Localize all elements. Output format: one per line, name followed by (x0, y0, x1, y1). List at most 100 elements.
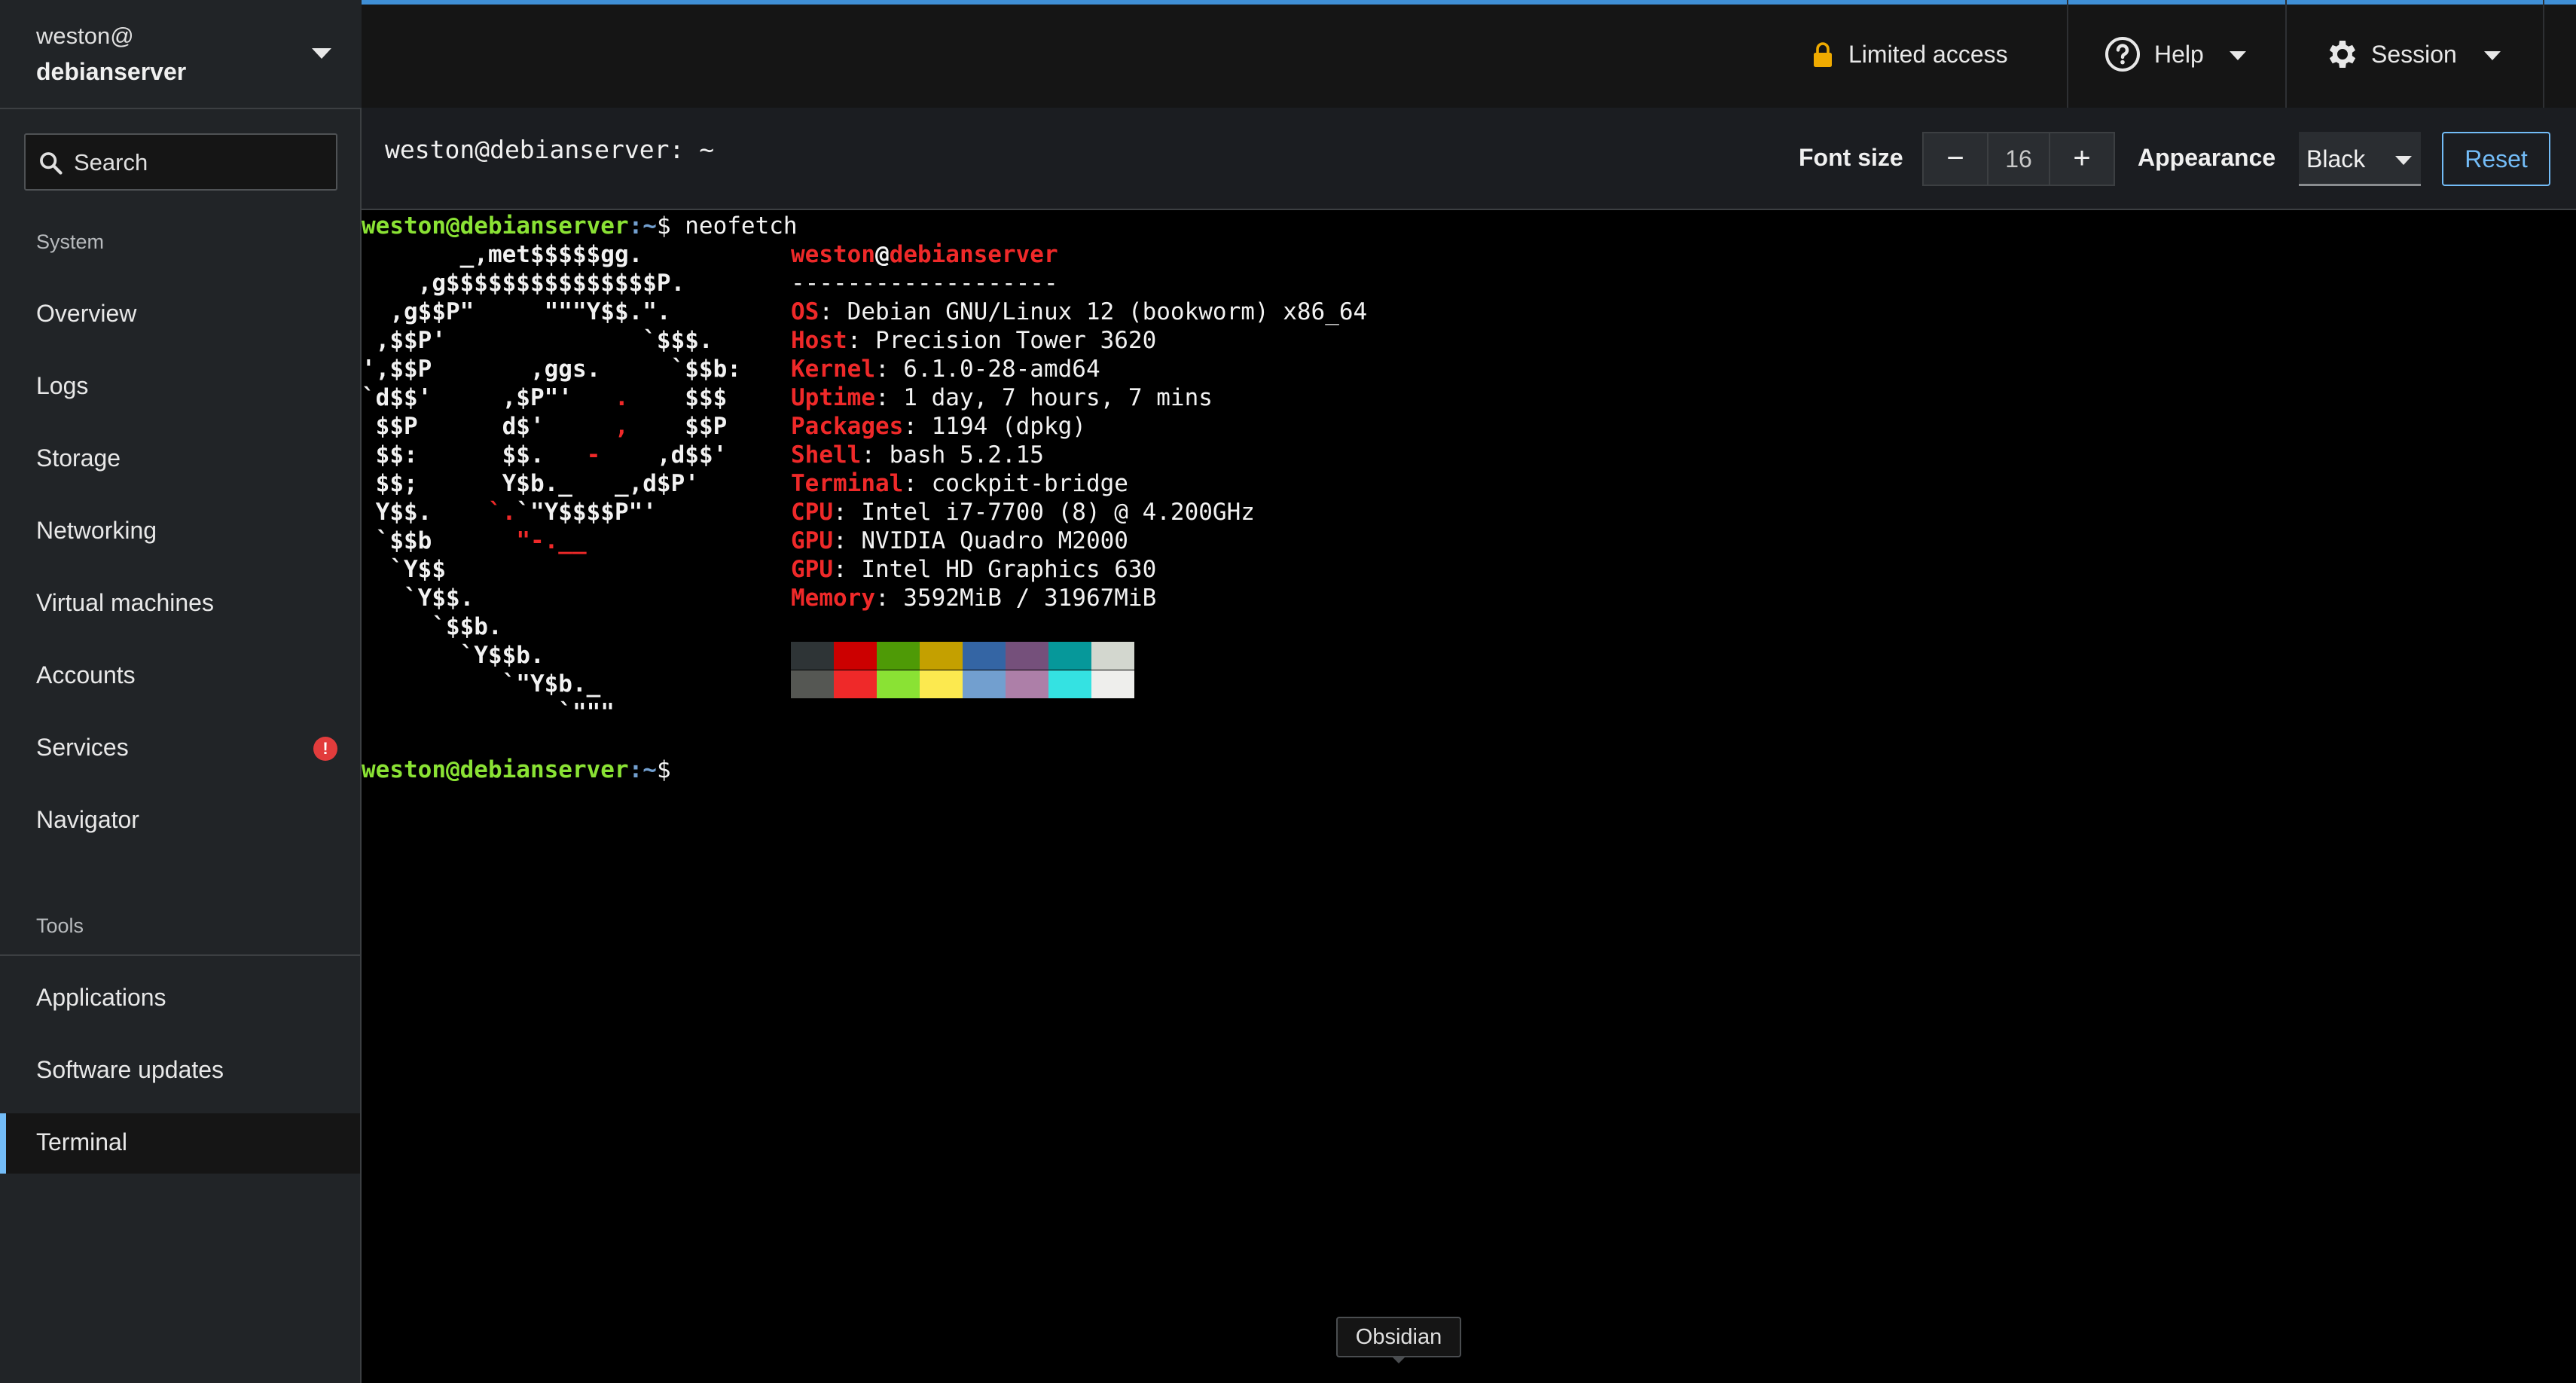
info-line: Terminal: cockpit-bridge (791, 469, 1128, 498)
info-host: debianserver (889, 241, 1058, 268)
info-line: Host: Precision Tower 3620 (791, 326, 1156, 355)
host-user: weston@ (36, 23, 134, 49)
info-key: Memory (791, 585, 875, 612)
logo-accent: - (586, 441, 601, 469)
color-swatch (920, 670, 963, 698)
appearance-label: Appearance (2138, 144, 2276, 171)
info-separator: ------------------- (791, 270, 1058, 297)
font-size-increase-button[interactable]: + (2049, 132, 2115, 186)
divider (0, 954, 360, 956)
info-value: : 6.1.0-28-amd64 (874, 356, 1100, 383)
command-line: weston@debianserver:~$ neofetch (362, 212, 798, 240)
sidebar-item-virtual-machines[interactable]: Virtual machines (0, 574, 360, 634)
info-key: Kernel (791, 356, 875, 383)
help-label: Help (2154, 41, 2204, 68)
appearance-value: Black (2306, 145, 2366, 172)
sidebar: weston@ debianserver Search System Overv… (0, 0, 362, 1383)
info-key: Uptime (791, 384, 875, 411)
color-swatch (791, 642, 834, 670)
info-key: Shell (791, 441, 862, 469)
info-value: : Intel HD Graphics 630 (833, 556, 1157, 583)
host-switcher[interactable]: weston@ debianserver (0, 0, 362, 109)
sidebar-item-label: Software updates (36, 1056, 224, 1083)
info-key: CPU (791, 499, 833, 526)
info-value: : Intel i7-7700 (8) @ 4.200GHz (833, 499, 1255, 526)
sidebar-item-applications[interactable]: Applications (0, 969, 360, 1029)
font-size-label: Font size (1799, 144, 1903, 171)
prompt-symbol: $ (656, 212, 685, 240)
sidebar-item-label: Navigator (36, 806, 139, 833)
terminal-title: weston@debianserver: ~ (385, 135, 715, 164)
info-key: GPU (791, 556, 833, 583)
color-swatch (791, 670, 834, 698)
sidebar-item-label: Overview (36, 300, 137, 327)
logo-line: ',$$P ,ggs. `$$b: (362, 356, 741, 383)
logo-line: ,g$$P" """Y$$.". (362, 298, 671, 325)
logo-line: `""" (362, 699, 615, 726)
prompt-user: weston@debianserver (362, 756, 629, 783)
info-line: GPU: Intel HD Graphics 630 (791, 555, 1156, 584)
logo-line: Y$$. `.`"Y$$$$P"' (362, 499, 657, 526)
sidebar-item-terminal[interactable]: Terminal (0, 1113, 360, 1174)
limited-access-label: Limited access (1848, 41, 2008, 68)
sidebar-item-storage[interactable]: Storage (0, 429, 360, 490)
font-size-stepper: − 16 + (1922, 132, 2115, 186)
info-value: : bash 5.2.15 (861, 441, 1044, 469)
sidebar-item-label: Applications (36, 984, 166, 1011)
reset-button[interactable]: Reset (2442, 132, 2550, 186)
terminal-screen[interactable]: weston@debianserver:~$ neofetch _,met$$$… (362, 212, 2576, 1383)
info-value: : 1194 (dpkg) (903, 413, 1086, 440)
info-key: OS (791, 298, 819, 325)
section-heading-system: System (36, 230, 105, 253)
color-swatch (834, 642, 877, 670)
logo-line: `Y$$ (362, 556, 446, 583)
color-swatch (1006, 670, 1048, 698)
info-value: : cockpit-bridge (903, 470, 1128, 497)
info-line: CPU: Intel i7-7700 (8) @ 4.200GHz (791, 498, 1255, 527)
sidebar-item-label: Virtual machines (36, 589, 214, 616)
prompt-line: weston@debianserver:~$ (362, 756, 685, 784)
logo-line: `"Y$b._ (362, 670, 601, 698)
sidebar-item-logs[interactable]: Logs (0, 357, 360, 417)
info-line: Shell: bash 5.2.15 (791, 441, 1044, 469)
color-swatch (920, 642, 963, 670)
caret-down-icon (2484, 51, 2501, 60)
color-swatch (1091, 670, 1134, 698)
color-swatch (834, 670, 877, 698)
sidebar-item-software-updates[interactable]: Software updates (0, 1041, 360, 1101)
search-icon (40, 152, 63, 175)
session-label: Session (2371, 41, 2457, 68)
sidebar-item-label: Terminal (36, 1128, 127, 1156)
font-size-decrease-button[interactable]: − (1922, 132, 1988, 186)
sidebar-item-label: Networking (36, 517, 157, 544)
caret-down-icon (2230, 51, 2246, 60)
info-value: : Precision Tower 3620 (847, 327, 1157, 354)
info-key: Host (791, 327, 847, 354)
info-line: Memory: 3592MiB / 31967MiB (791, 584, 1156, 612)
sidebar-item-navigator[interactable]: Navigator (0, 791, 360, 851)
color-swatch (1006, 642, 1048, 670)
section-heading-tools: Tools (36, 914, 84, 937)
info-line: Packages: 1194 (dpkg) (791, 412, 1086, 441)
lock-icon (1814, 42, 1832, 67)
search-input[interactable]: Search (24, 133, 337, 191)
logo-accent: `. (487, 499, 517, 526)
color-swatch (1048, 670, 1091, 698)
logo-line: `$$b "-.__ (362, 527, 587, 554)
info-line: Uptime: 1 day, 7 hours, 7 mins (791, 383, 1213, 412)
sidebar-item-networking[interactable]: Networking (0, 502, 360, 562)
alert-icon: ! (313, 737, 337, 761)
info-key: GPU (791, 527, 833, 554)
help-icon (2105, 37, 2140, 72)
sidebar-item-accounts[interactable]: Accounts (0, 646, 360, 707)
info-line: GPU: NVIDIA Quadro M2000 (791, 527, 1128, 555)
appearance-select[interactable]: Black (2299, 132, 2421, 186)
color-swatch (1091, 642, 1134, 670)
sidebar-item-services[interactable]: Services! (0, 719, 360, 779)
caret-down-icon[interactable] (312, 48, 331, 59)
prompt-path: :~ (628, 756, 657, 783)
sidebar-item-overview[interactable]: Overview (0, 285, 360, 345)
font-size-value[interactable]: 16 (1988, 132, 2049, 186)
tooltip-arrow (1391, 1356, 1406, 1363)
search-placeholder: Search (74, 149, 148, 176)
